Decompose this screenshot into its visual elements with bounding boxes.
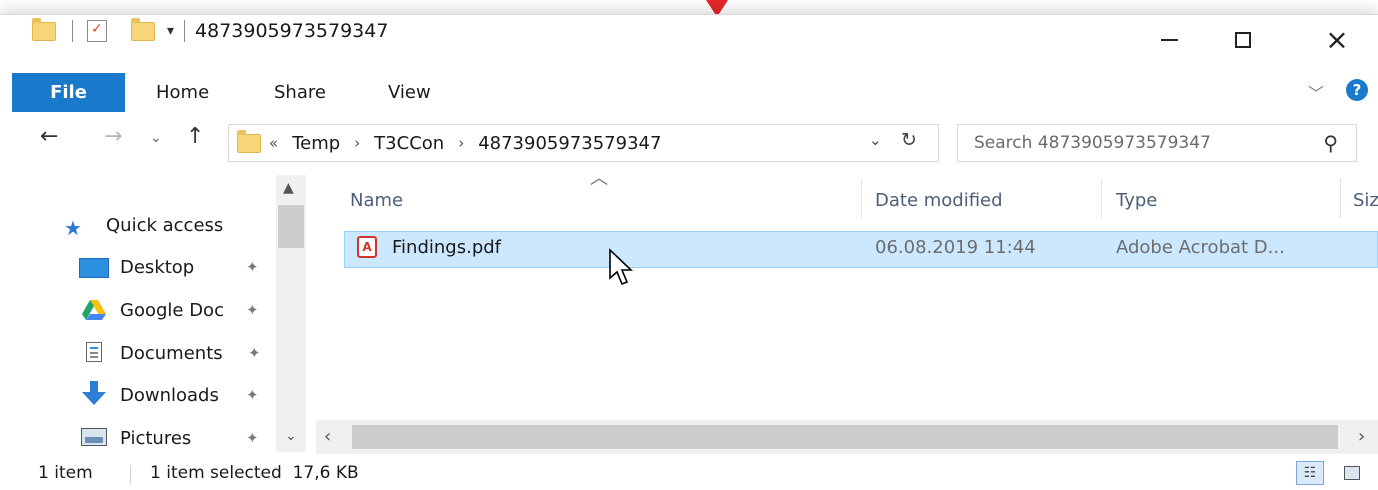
breadcrumb: « Temp › T3CCon › 4873905973579347 bbox=[269, 133, 661, 154]
nav-item-label: Documents bbox=[120, 342, 223, 364]
nav-item-documents[interactable]: Documents bbox=[120, 333, 223, 373]
nav-pane-scroll-thumb[interactable] bbox=[278, 205, 304, 248]
search-input[interactable]: Search 4873905973579347 bbox=[974, 133, 1211, 153]
expand-ribbon-chevron-icon[interactable]: ﹀ bbox=[1308, 80, 1324, 104]
minimize-button[interactable] bbox=[1146, 14, 1192, 66]
maximize-button[interactable] bbox=[1220, 14, 1266, 66]
folder-icon bbox=[237, 129, 261, 153]
nav-item-label: Pictures bbox=[120, 427, 192, 449]
star-icon: ★ bbox=[64, 216, 82, 240]
column-header-name[interactable]: Name bbox=[350, 182, 403, 218]
pin-icon[interactable]: ✦ bbox=[246, 386, 259, 404]
quick-access-toolbar: ▾ 4873905973579347 bbox=[32, 17, 389, 44]
search-icon: ⚲ bbox=[1323, 131, 1338, 155]
search-box[interactable]: Search 4873905973579347 ⚲ bbox=[957, 124, 1357, 162]
column-divider[interactable] bbox=[1340, 178, 1341, 218]
toolbar-separator bbox=[184, 20, 186, 42]
minimize-icon bbox=[1160, 39, 1178, 41]
breadcrumb-item[interactable]: 4873905973579347 bbox=[478, 133, 661, 154]
desktop-icon bbox=[78, 256, 110, 280]
breadcrumb-separator-icon[interactable]: › bbox=[458, 134, 464, 152]
nav-item-label: Quick access bbox=[106, 214, 224, 236]
up-arrow-icon[interactable]: ↑ bbox=[186, 126, 204, 148]
pin-icon[interactable]: ✦ bbox=[246, 301, 259, 319]
status-item-count: 1 item bbox=[38, 463, 93, 483]
forward-arrow-icon[interactable]: → bbox=[104, 126, 122, 148]
pin-icon[interactable]: ✦ bbox=[248, 344, 261, 362]
window-title: 4873905973579347 bbox=[195, 20, 389, 42]
sort-ascending-icon: ︿ bbox=[590, 168, 608, 189]
tab-view[interactable]: View bbox=[388, 73, 431, 112]
nav-item-label: Desktop bbox=[120, 256, 195, 278]
address-bar[interactable]: « Temp › T3CCon › 4873905973579347 ⌄ ↻ bbox=[228, 124, 939, 162]
status-separator bbox=[130, 465, 131, 485]
file-name[interactable]: Findings.pdf bbox=[392, 237, 501, 258]
column-header-type[interactable]: Type bbox=[1116, 182, 1157, 218]
horizontal-scroll-thumb[interactable] bbox=[352, 425, 1338, 449]
new-folder-icon[interactable] bbox=[131, 17, 155, 41]
customize-dropdown-icon[interactable]: ▾ bbox=[167, 23, 174, 39]
column-header-date-modified[interactable]: Date modified bbox=[875, 182, 1003, 218]
file-date: 06.08.2019 11:44 bbox=[875, 237, 1036, 258]
nav-item-google-doc[interactable]: Google Doc bbox=[120, 290, 224, 330]
back-arrow-icon[interactable]: ← bbox=[40, 126, 58, 148]
folder-icon bbox=[32, 17, 56, 41]
help-icon[interactable]: ? bbox=[1346, 79, 1368, 101]
recent-locations-chevron-icon[interactable]: ⌄ bbox=[150, 131, 162, 145]
breadcrumb-separator-icon[interactable]: › bbox=[354, 134, 360, 152]
toolbar-separator bbox=[72, 20, 73, 42]
nav-item-label: Google Doc bbox=[120, 299, 224, 321]
pictures-icon bbox=[78, 425, 110, 449]
breadcrumb-item[interactable]: Temp bbox=[292, 133, 340, 154]
pin-icon[interactable]: ✦ bbox=[246, 429, 259, 447]
maximize-icon bbox=[1235, 32, 1251, 48]
large-icons-view-icon[interactable] bbox=[1338, 461, 1366, 485]
nav-item-downloads[interactable]: Downloads bbox=[120, 375, 219, 415]
column-header-size[interactable]: Siz bbox=[1353, 182, 1378, 218]
download-arrow-icon bbox=[78, 381, 110, 406]
details-view-icon[interactable]: ☷ bbox=[1296, 461, 1324, 485]
nav-item-quick-access[interactable]: Quick access bbox=[106, 205, 223, 245]
tab-home[interactable]: Home bbox=[156, 73, 209, 112]
tab-share[interactable]: Share bbox=[274, 73, 326, 112]
breadcrumb-item[interactable]: T3CCon bbox=[374, 133, 444, 154]
overflow-chevron-icon[interactable]: « bbox=[269, 134, 278, 152]
address-dropdown-icon[interactable]: ⌄ bbox=[869, 131, 882, 149]
scroll-down-icon[interactable]: ⌄ bbox=[285, 428, 297, 444]
pdf-file-icon: A bbox=[357, 236, 377, 258]
refresh-icon[interactable]: ↻ bbox=[901, 129, 917, 151]
nav-item-desktop[interactable]: Desktop bbox=[120, 247, 194, 287]
mouse-cursor-icon bbox=[609, 248, 633, 286]
scroll-up-icon[interactable]: ▲ bbox=[283, 180, 294, 196]
ribbon-tabs: File Home Share View bbox=[0, 73, 1378, 112]
scroll-left-icon[interactable]: ‹ bbox=[324, 426, 331, 447]
google-drive-icon bbox=[78, 298, 110, 322]
pin-icon[interactable]: ✦ bbox=[246, 258, 259, 276]
file-type: Adobe Acrobat D... bbox=[1116, 237, 1285, 258]
nav-item-pictures[interactable]: Pictures bbox=[120, 418, 191, 458]
close-button[interactable]: × bbox=[1314, 14, 1360, 66]
documents-icon bbox=[78, 340, 110, 364]
nav-item-label: Downloads bbox=[120, 384, 219, 406]
status-selection: 1 item selected 17,6 KB bbox=[150, 463, 359, 483]
scroll-right-icon[interactable]: › bbox=[1358, 426, 1365, 447]
column-divider[interactable] bbox=[861, 178, 862, 218]
close-icon: × bbox=[1325, 23, 1349, 56]
properties-icon[interactable] bbox=[87, 20, 107, 42]
tab-file[interactable]: File bbox=[12, 73, 125, 112]
column-divider[interactable] bbox=[1101, 178, 1102, 218]
